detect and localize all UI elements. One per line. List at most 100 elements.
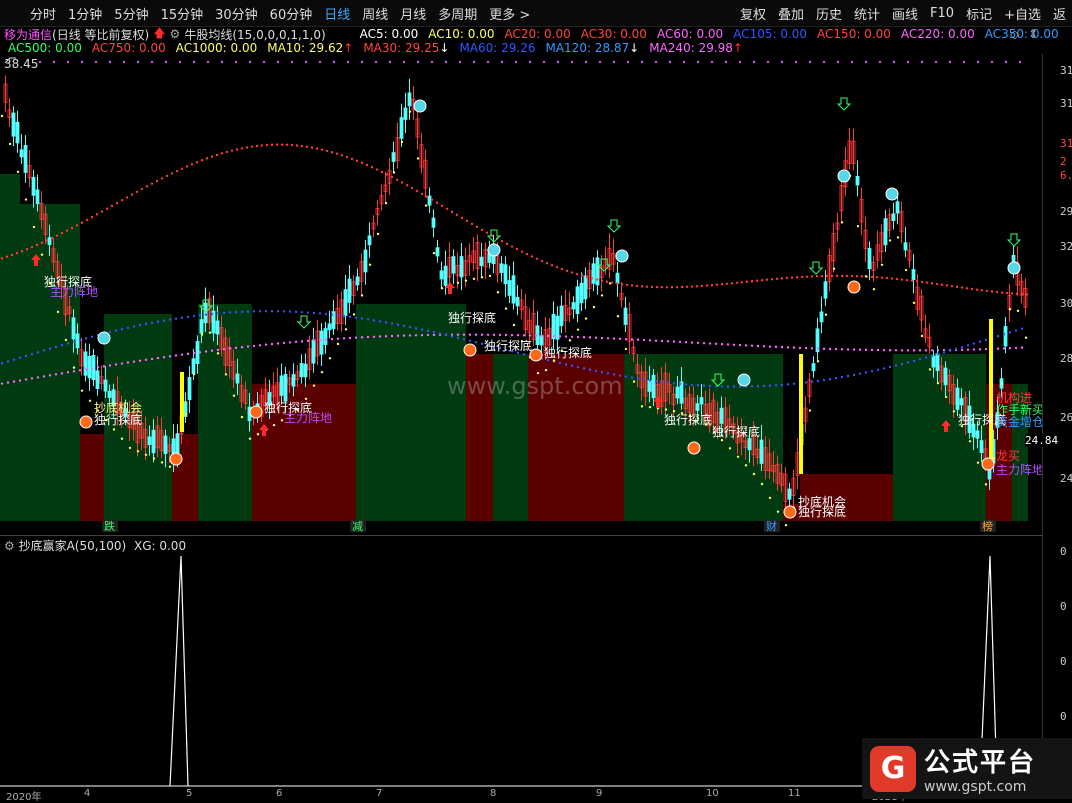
tool-button-1[interactable]: 叠加	[772, 4, 810, 23]
down-arrow-icon	[606, 219, 622, 233]
gear-icon[interactable]: ⚙	[4, 539, 15, 553]
volume-spike-bar	[180, 372, 184, 432]
candle-body	[675, 386, 680, 399]
ma30-dot	[725, 282, 729, 285]
candle-body	[323, 328, 328, 345]
candle-body	[427, 195, 432, 206]
buy-point-icon	[783, 505, 797, 519]
ma240-dot	[558, 335, 562, 338]
ma60-dot	[240, 310, 244, 314]
ma10-dot	[992, 456, 996, 460]
period-tab-3[interactable]: 15分钟	[155, 4, 210, 23]
tool-button-5[interactable]: F10	[924, 6, 960, 21]
ma240-dot	[408, 334, 412, 337]
period-tab-2[interactable]: 5分钟	[108, 4, 154, 23]
tool-button-8[interactable]: 返	[1047, 4, 1072, 23]
ma30-dot	[825, 274, 829, 278]
tool-button-0[interactable]: 复权	[734, 4, 772, 23]
ma60-dot	[918, 358, 922, 361]
ma240-dot	[84, 368, 88, 371]
top-dot	[346, 60, 350, 64]
candle-body	[283, 373, 288, 402]
ma30-dot	[125, 196, 129, 199]
buy-point-icon	[79, 415, 93, 429]
ma30-dot	[845, 274, 849, 278]
sell-point-icon	[97, 331, 111, 345]
ma60-dot	[768, 384, 772, 387]
ma30-dot	[990, 290, 994, 293]
period-tab-8[interactable]: 月线	[394, 4, 432, 23]
diamond-icon[interactable]: ◇	[1010, 27, 1019, 41]
tool-button-3[interactable]: 统计	[848, 4, 886, 23]
gear-icon[interactable]: ⚙	[170, 27, 181, 41]
ma30-dot	[75, 224, 79, 227]
candle-body	[399, 117, 404, 139]
candle-body	[431, 217, 436, 228]
ma240-dot	[150, 357, 154, 361]
period-tab-1[interactable]: 1分钟	[62, 4, 108, 23]
ma30-dot	[450, 210, 454, 214]
ma60-dot	[372, 319, 376, 322]
ma240-dot	[60, 372, 64, 375]
tool-toolbar: 复权 叠加 历史 统计 画线 F10 标记 +自选返	[734, 0, 1072, 26]
candle-body	[759, 439, 764, 464]
ma30-dot	[25, 248, 29, 251]
sell-point-icon	[615, 249, 629, 263]
ma60-dot	[258, 310, 262, 313]
tool-button-6[interactable]: 标记	[960, 4, 998, 23]
ma10-dot	[1016, 309, 1020, 313]
ma60-dot	[6, 360, 10, 363]
ma240-dot	[12, 380, 16, 383]
period-tab-6[interactable]: 日线	[318, 4, 356, 23]
tool-button-2[interactable]: 历史	[810, 4, 848, 23]
ma30-dot	[480, 228, 484, 231]
period-tab-10[interactable]: 更多 >	[483, 4, 536, 23]
ma240-dot	[642, 338, 646, 342]
candle-body	[75, 333, 80, 349]
ma240-dot	[660, 339, 664, 343]
top-dot	[542, 60, 546, 64]
ma30-dot	[280, 143, 284, 146]
ma30-dot	[455, 213, 459, 217]
ma10-dot	[144, 453, 148, 456]
ma10-dot	[1008, 308, 1012, 311]
candlestick-chart[interactable]: 独行探底主力阵地抄底机会独行探底独行探底主力阵地独行探底独行探底 独行探底独行探底…	[0, 54, 1042, 533]
ma240-dot	[462, 333, 466, 336]
period-tab-0[interactable]: 分时	[24, 4, 62, 23]
ma30-dot	[955, 285, 959, 289]
candle-body	[459, 256, 464, 278]
top-dot	[934, 60, 938, 64]
ma30-dot	[650, 285, 654, 289]
period-tab-5[interactable]: 60分钟	[264, 4, 319, 23]
ma60-dot	[114, 329, 118, 332]
ma240-dot	[774, 345, 778, 349]
top-dot	[220, 60, 224, 64]
tool-button-4[interactable]: 画线	[886, 4, 924, 23]
period-tab-4[interactable]: 30分钟	[209, 4, 264, 23]
ma240-dot	[522, 334, 526, 337]
ma30-dot	[400, 181, 404, 184]
ma60-dot	[948, 349, 952, 352]
signal-label: 龙买	[996, 449, 1020, 463]
ma60-dot	[276, 310, 280, 313]
ma240-dot	[48, 374, 52, 377]
ma240-dot	[174, 354, 178, 357]
period-tab-9[interactable]: 多周期	[432, 4, 483, 23]
ma240-dot	[876, 348, 880, 352]
ma60-dot	[732, 385, 736, 388]
ma10-dot	[416, 157, 420, 160]
price-tick: 31	[1060, 97, 1072, 110]
ma30-dot	[160, 177, 164, 180]
indicator-name[interactable]: 抄底赢家A(50,100)	[19, 539, 127, 553]
expand-icon[interactable]: ⇕	[1028, 27, 1038, 41]
ma240-dot	[426, 333, 430, 337]
ma30-dot	[755, 279, 759, 282]
sell-point-icon	[1007, 261, 1021, 275]
ma30-dot	[260, 144, 264, 147]
ma30-dot	[230, 149, 234, 152]
tool-button-7[interactable]: +自选	[998, 4, 1047, 23]
ma240-dot	[516, 334, 520, 337]
period-tab-7[interactable]: 周线	[356, 4, 394, 23]
ma60-dot	[864, 371, 868, 374]
ma240-dot	[42, 375, 46, 378]
